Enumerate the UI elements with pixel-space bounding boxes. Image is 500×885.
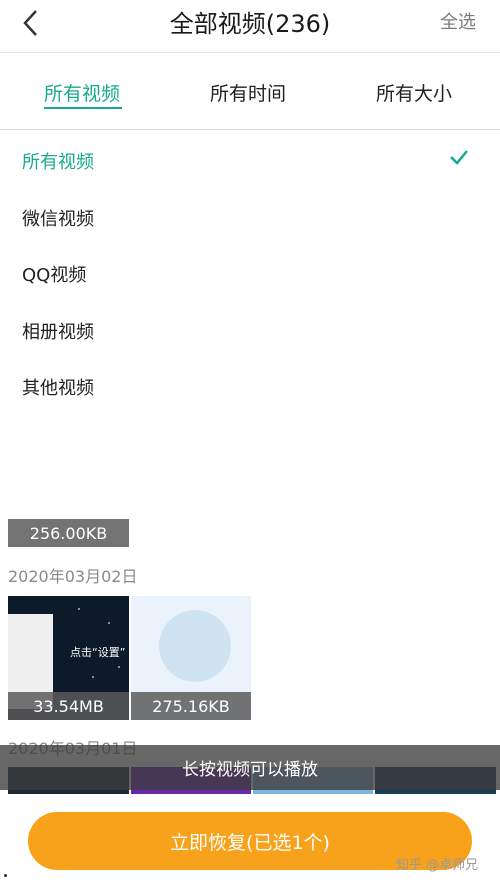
star-dot [92, 676, 94, 678]
star-dot [118, 666, 120, 668]
option-other-videos[interactable]: 其他视频 [22, 374, 94, 400]
video-size-label: 275.16KB [131, 692, 251, 720]
option-all-videos[interactable]: 所有视频 [22, 148, 94, 174]
tab-all-time[interactable]: 所有时间 [210, 79, 286, 106]
toast-message: 长按视频可以播放 [0, 745, 500, 790]
active-tab-indicator [44, 107, 122, 109]
top-bar: 全部视频(236) 全选 [0, 0, 500, 53]
star-dot [78, 608, 80, 610]
page-title: 全部视频(236) [169, 10, 331, 38]
star-dot [108, 622, 110, 624]
globe-graphic [159, 610, 231, 682]
tab-all-videos[interactable]: 所有视频 [44, 79, 120, 106]
tab-all-size[interactable]: 所有大小 [376, 79, 452, 106]
video-size-label: 256.00KB [8, 519, 129, 547]
corner-dot [4, 874, 7, 877]
video-overlay-text: 点击“设置” [70, 646, 126, 659]
video-size-label: 33.54MB [8, 692, 129, 720]
check-icon [450, 150, 468, 165]
date-header: 2020年03月02日 [8, 567, 138, 586]
option-wechat-videos[interactable]: 微信视频 [22, 205, 94, 231]
select-all-button[interactable]: 全选 [440, 8, 476, 34]
option-qq-videos[interactable]: QQ视频 [22, 261, 86, 287]
filter-tabs: 所有视频 所有时间 所有大小 [0, 53, 500, 130]
option-album-videos[interactable]: 相册视频 [22, 318, 94, 344]
watermark-text: 知乎 @卓师兄 [396, 858, 479, 873]
